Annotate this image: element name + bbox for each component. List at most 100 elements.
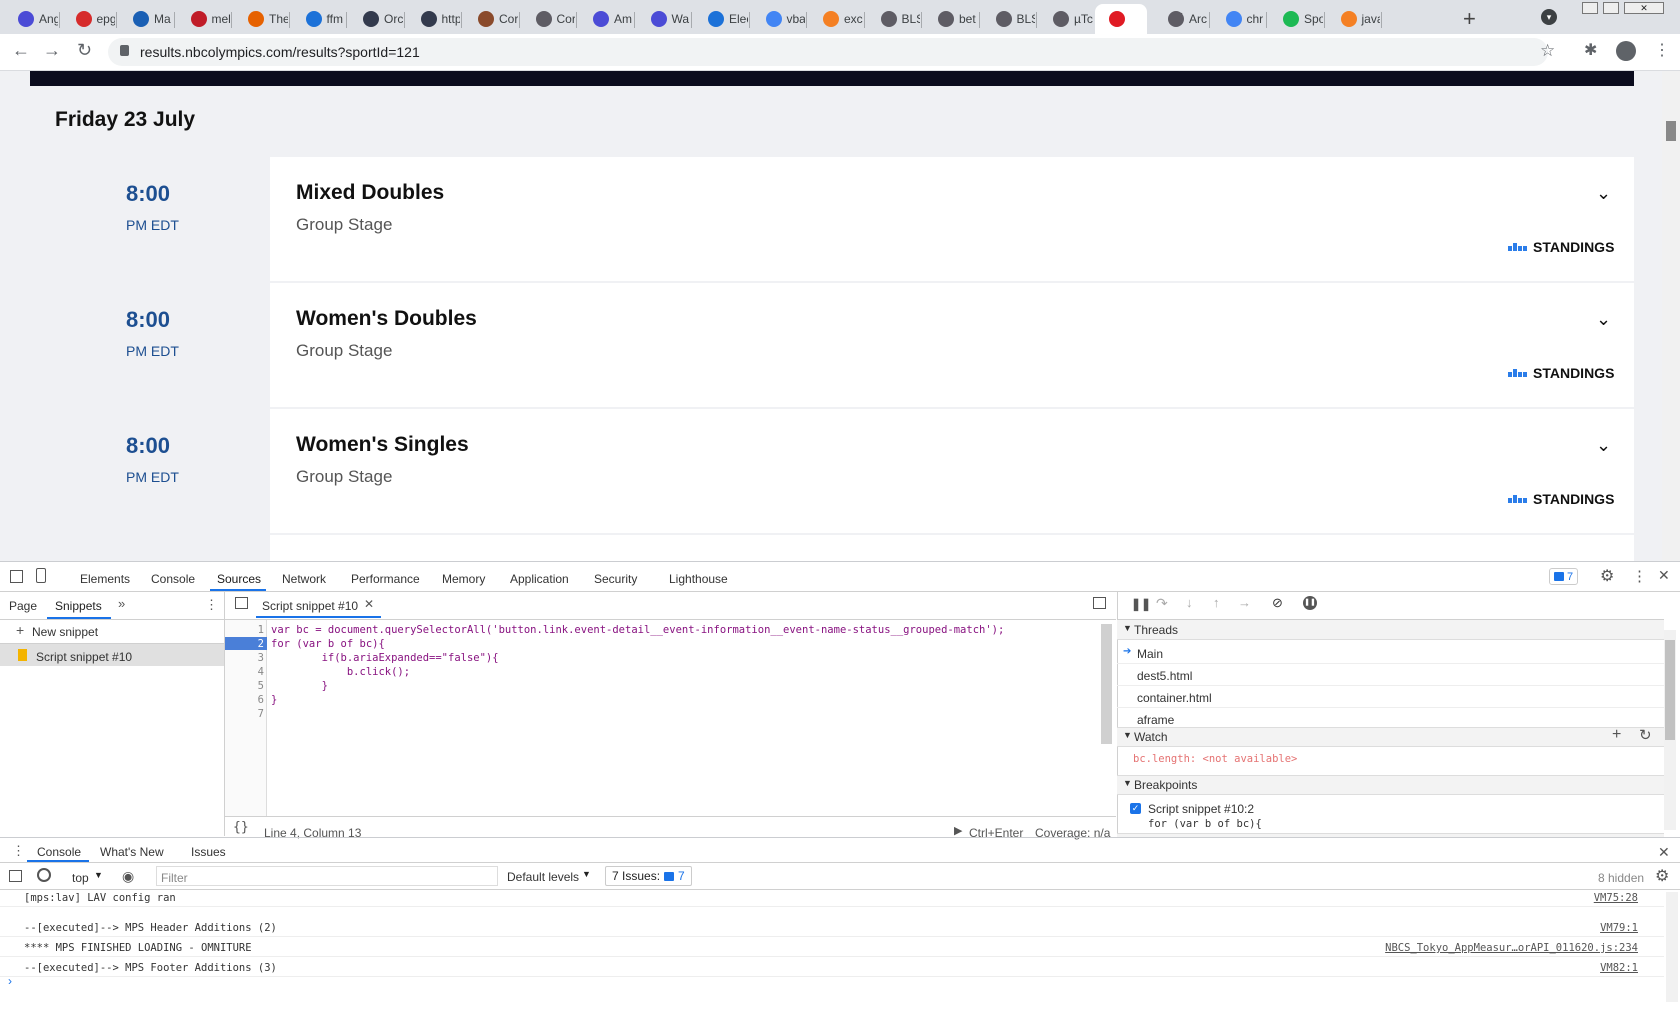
line-number[interactable]: 6 (240, 694, 264, 706)
log-levels-dropdown[interactable]: Default levels (507, 870, 579, 884)
toggle-navigator-icon[interactable] (235, 597, 248, 609)
browser-tab[interactable]: Ang (2, 4, 58, 34)
close-drawer-icon[interactable]: ✕ (1658, 844, 1670, 861)
step-into-icon[interactable]: ↓ (1186, 595, 1193, 610)
chevron-down-icon[interactable]: ⌄ (1596, 183, 1611, 204)
sidebar-scrollbar[interactable] (1664, 630, 1676, 830)
nav-tab-snippets[interactable]: Snippets (55, 599, 102, 613)
browser-tab[interactable]: Spo (1267, 4, 1323, 34)
chevron-down-icon[interactable]: ⌄ (1596, 309, 1611, 330)
profile-avatar[interactable] (1616, 41, 1636, 61)
line-number[interactable]: 2 (240, 638, 264, 650)
context-selector[interactable]: top (72, 871, 89, 885)
browser-tab[interactable]: epg (60, 4, 115, 34)
nav-tab-page[interactable]: Page (9, 599, 37, 613)
line-number[interactable]: 5 (240, 680, 264, 692)
browser-tab[interactable]: The (232, 4, 288, 34)
chevron-down-icon[interactable]: ⌄ (1596, 435, 1611, 456)
line-number[interactable]: 3 (240, 652, 264, 664)
browser-tab[interactable]: http (405, 4, 460, 34)
browser-tab[interactable]: vba (750, 4, 805, 34)
new-tab-button[interactable]: + (1463, 6, 1476, 32)
devtools-tab[interactable]: Memory (442, 572, 485, 586)
restore-button[interactable] (1603, 2, 1619, 14)
close-devtools-icon[interactable]: ✕ (1658, 567, 1670, 584)
line-number[interactable]: 1 (240, 624, 264, 636)
breakpoints-header-row[interactable] (1117, 775, 1664, 795)
thread-item[interactable] (1117, 642, 1664, 664)
levels-dropdown-icon[interactable]: ▼ (582, 869, 591, 879)
pause-on-exceptions-icon[interactable]: ❚❚ (1303, 596, 1317, 610)
extensions-icon[interactable]: ✱ (1584, 40, 1597, 60)
bookmark-star-icon[interactable]: ☆ (1540, 41, 1555, 61)
browser-tab[interactable]: bet (922, 4, 978, 34)
devtools-tab[interactable]: Elements (80, 572, 130, 586)
tab-search-icon[interactable]: ▾ (1541, 9, 1557, 25)
standings-link[interactable]: STANDINGS (1508, 239, 1614, 255)
add-watch-icon[interactable]: + (1612, 726, 1621, 744)
standings-link[interactable]: STANDINGS (1508, 491, 1614, 507)
devtools-tab[interactable]: Security (594, 572, 637, 586)
console-message-source-link[interactable]: VM82:1 (1600, 962, 1638, 974)
navigator-menu-icon[interactable]: ⋮ (205, 597, 218, 613)
watch-header-row[interactable] (1117, 727, 1664, 747)
drawer-tab[interactable]: What's New (100, 845, 164, 859)
toggle-debugger-icon[interactable] (1093, 597, 1106, 609)
event-card[interactable]: 8:00 PM EDT Women's Doubles Group Stage ⌄ STA… (30, 283, 1634, 407)
back-icon[interactable]: ← (12, 40, 30, 61)
more-tabs-icon[interactable]: » (118, 596, 125, 611)
page-scrollbar-thumb[interactable] (1666, 121, 1676, 141)
sidebar-scrollbar-thumb[interactable] (1665, 640, 1675, 740)
step-over-icon[interactable]: ↷ (1156, 595, 1168, 612)
browser-tab[interactable]: Arc (1152, 4, 1208, 34)
show-sidebar-icon[interactable] (9, 870, 22, 882)
new-snippet-button[interactable]: New snippet (32, 625, 98, 639)
event-card[interactable]: 8:00 PM EDT Women's Singles Group Stage ⌄ STA… (30, 409, 1634, 533)
pause-icon[interactable]: ❚❚ (1131, 597, 1151, 611)
console-message-source-link[interactable]: VM75:28 (1594, 892, 1638, 904)
browser-tab[interactable]: chr (1210, 4, 1266, 34)
console-message-source-link[interactable]: NBCS_Tokyo_AppMeasur…orAPI_011620.js:234 (1385, 942, 1638, 954)
browser-tab[interactable]: java (1325, 4, 1380, 34)
close-window-button[interactable]: ✕ (1624, 2, 1664, 14)
refresh-watch-icon[interactable]: ↻ (1639, 726, 1652, 744)
console-message-source-link[interactable]: VM79:1 (1600, 922, 1638, 934)
browser-tab[interactable]: BLS (980, 4, 1035, 34)
breakpoint-checkbox[interactable]: ✓ (1130, 803, 1141, 814)
browser-tab[interactable]: Cor (462, 4, 518, 34)
reload-icon[interactable]: ↻ (77, 40, 92, 61)
drawer-menu-icon[interactable]: ⋮ (12, 843, 25, 859)
address-bar[interactable]: results.nbcolympics.com/results?sportId=… (108, 38, 1555, 66)
line-number[interactable]: 7 (240, 708, 264, 720)
browser-tab[interactable]: Orc (347, 4, 403, 34)
inspect-element-icon[interactable] (10, 570, 23, 583)
watch-expression[interactable]: bc.length: <not available> (1133, 753, 1297, 765)
editor-scrollbar[interactable] (1101, 624, 1112, 744)
issues-counter-button[interactable]: 7 Issues: 7 (605, 866, 692, 886)
browser-tab[interactable]: ffm (290, 4, 346, 34)
step-icon[interactable]: → (1238, 595, 1251, 610)
pretty-print-icon[interactable]: {} (233, 820, 249, 835)
minimize-button[interactable] (1582, 2, 1598, 14)
standings-link[interactable]: STANDINGS (1508, 365, 1614, 381)
live-expression-eye-icon[interactable]: ◉ (122, 868, 134, 885)
devtools-tab[interactable]: Network (282, 572, 326, 586)
device-toolbar-icon[interactable] (36, 568, 46, 583)
console-scrollbar[interactable] (1666, 892, 1678, 1002)
console-filter-input[interactable] (156, 866, 498, 886)
devtools-tab[interactable]: Lighthouse (669, 572, 728, 586)
context-dropdown-icon[interactable]: ▼ (94, 870, 103, 880)
deactivate-breakpoints-icon[interactable]: ⊘ (1272, 595, 1283, 611)
browser-tab[interactable]: Ma (117, 4, 173, 34)
settings-gear-icon[interactable]: ⚙ (1600, 566, 1614, 586)
breakpoint-label[interactable]: Script snippet #10:2 (1148, 802, 1254, 816)
browser-tab[interactable] (1094, 4, 1147, 34)
run-snippet-icon[interactable]: ▶ (954, 824, 962, 837)
devtools-menu-icon[interactable]: ⋮ (1632, 567, 1647, 585)
event-card-partial[interactable] (30, 535, 1634, 561)
browser-tab[interactable]: Elec (692, 4, 748, 34)
browser-tab[interactable]: Cor (520, 4, 575, 34)
clear-console-icon[interactable] (37, 868, 51, 882)
browser-tab[interactable]: Wa (635, 4, 691, 34)
drawer-tab[interactable]: Console (37, 845, 81, 859)
